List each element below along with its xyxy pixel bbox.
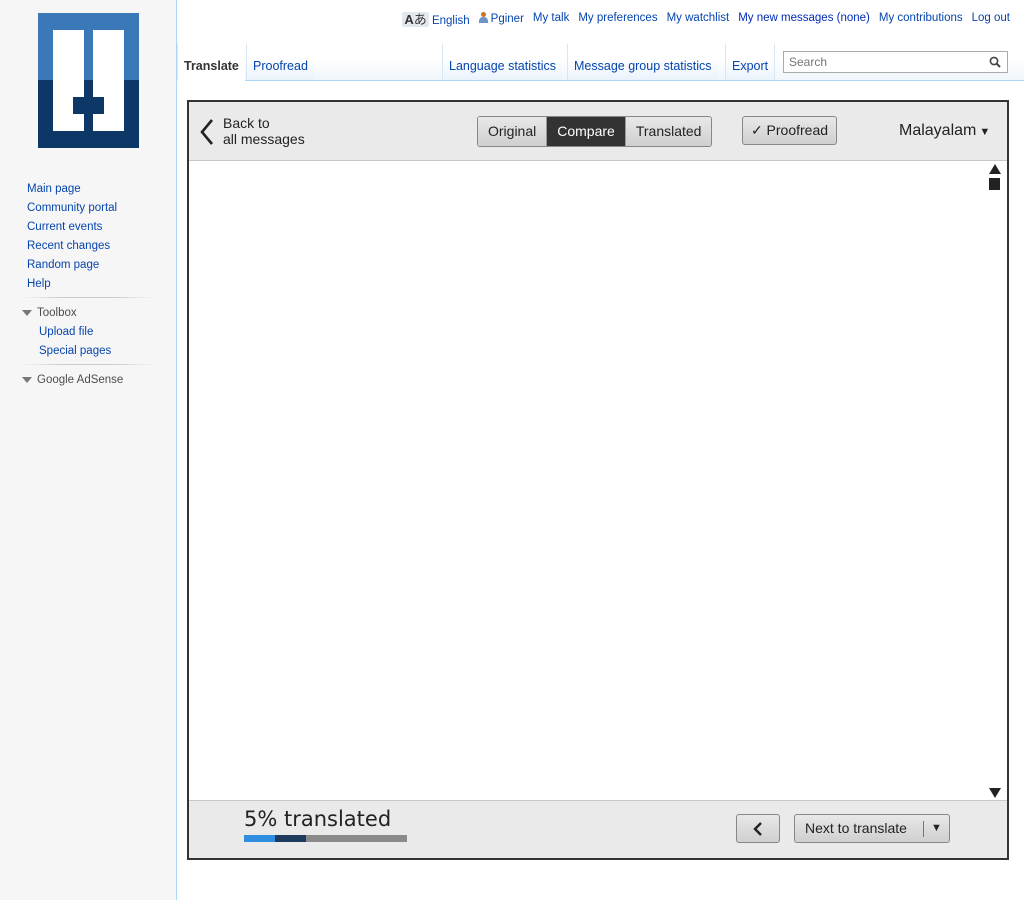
adsense-heading-label: Google AdSense xyxy=(37,374,124,386)
scroll-thumb[interactable] xyxy=(989,178,1000,190)
site-logo[interactable] xyxy=(38,13,139,148)
my-preferences-link[interactable]: My preferences xyxy=(578,12,657,24)
next-to-translate-button[interactable]: Next to translate ▼ xyxy=(794,814,950,843)
mode-original-button[interactable]: Original xyxy=(478,117,547,146)
adsense-heading[interactable]: Google AdSense xyxy=(22,372,123,388)
navigation-list: Main page Community portal Current event… xyxy=(27,180,117,294)
language-dropdown[interactable]: Malayalam ▼ xyxy=(899,122,990,140)
my-contributions-link[interactable]: My contributions xyxy=(879,12,963,24)
toolbox-list: Upload file Special pages xyxy=(39,323,111,361)
panel-header: Back to all messages Original Compare Tra… xyxy=(189,102,1007,161)
left-sidebar: Main page Community portal Current event… xyxy=(0,0,177,900)
my-watchlist-link[interactable]: My watchlist xyxy=(667,12,730,24)
search-icon[interactable] xyxy=(989,56,1001,68)
tab-proofread[interactable]: Proofread xyxy=(246,44,314,80)
progress-label: 5% translated xyxy=(244,807,392,831)
expand-triangle-icon xyxy=(22,376,32,383)
nav-current-events[interactable]: Current events xyxy=(27,218,117,237)
language-selector[interactable]: Aあ English xyxy=(402,9,470,28)
user-icon xyxy=(478,11,488,23)
sidebar-divider xyxy=(22,364,154,365)
toolbox-heading-label: Toolbox xyxy=(37,307,77,319)
view-mode-toggle: Original Compare Translated xyxy=(477,116,713,147)
nav-community-portal[interactable]: Community portal xyxy=(27,199,117,218)
tab-language-statistics[interactable]: Language statistics xyxy=(442,44,563,80)
scroll-up-arrow-icon[interactable] xyxy=(989,164,1001,174)
toolbox-special-pages[interactable]: Special pages xyxy=(39,342,111,361)
scroll-down-arrow-icon[interactable] xyxy=(989,788,1001,798)
next-to-translate-label: Next to translate xyxy=(805,820,907,836)
translate-panel: Back to all messages Original Compare Tra… xyxy=(187,100,1009,860)
personal-tools: Aあ English Pginer My talk My preferences… xyxy=(402,9,1010,28)
mode-compare-button[interactable]: Compare xyxy=(546,117,625,146)
mode-translated-button[interactable]: Translated xyxy=(624,117,712,146)
progress-bar xyxy=(244,835,407,842)
my-new-messages-link[interactable]: My new messages (none) xyxy=(738,12,870,24)
back-label: Back to all messages xyxy=(223,115,305,147)
progress-translated-segment xyxy=(244,835,275,842)
language-link[interactable]: English xyxy=(432,15,470,27)
nav-main-page[interactable]: Main page xyxy=(27,180,117,199)
nav-recent-changes[interactable]: Recent changes xyxy=(27,237,117,256)
language-label: Malayalam xyxy=(899,122,977,139)
language-settings-icon: Aあ xyxy=(402,11,429,27)
button-divider xyxy=(923,821,924,837)
search-input[interactable] xyxy=(787,54,981,70)
chevron-down-icon[interactable]: ▼ xyxy=(931,815,942,842)
nav-random-page[interactable]: Random page xyxy=(27,256,117,275)
tab-export[interactable]: Export xyxy=(725,44,776,80)
chevron-down-icon: ▼ xyxy=(979,126,991,138)
sidebar-divider xyxy=(22,297,154,298)
panel-footer: 5% translated Next to translate ▼ xyxy=(189,800,1007,858)
previous-message-button[interactable] xyxy=(736,814,780,843)
tab-message-group-statistics[interactable]: Message group statistics xyxy=(567,44,718,80)
progress-proofread-segment xyxy=(274,835,306,842)
my-talk-link[interactable]: My talk xyxy=(533,12,569,24)
chevron-left-icon xyxy=(753,822,762,836)
proofread-button[interactable]: ✓ Proofread xyxy=(742,116,837,145)
expand-triangle-icon xyxy=(22,309,32,316)
toolbox-heading[interactable]: Toolbox xyxy=(22,305,77,321)
nav-help[interactable]: Help xyxy=(27,275,117,294)
toolbox-upload-file[interactable]: Upload file xyxy=(39,323,111,342)
tab-translate[interactable]: Translate xyxy=(177,44,245,81)
scrollbar[interactable] xyxy=(986,164,1002,804)
chevron-left-icon xyxy=(200,119,213,145)
user-page-link[interactable]: Pginer xyxy=(491,13,524,25)
log-out-link[interactable]: Log out xyxy=(972,12,1010,24)
search-box xyxy=(783,51,1008,73)
user-page-item[interactable]: Pginer xyxy=(478,11,524,25)
